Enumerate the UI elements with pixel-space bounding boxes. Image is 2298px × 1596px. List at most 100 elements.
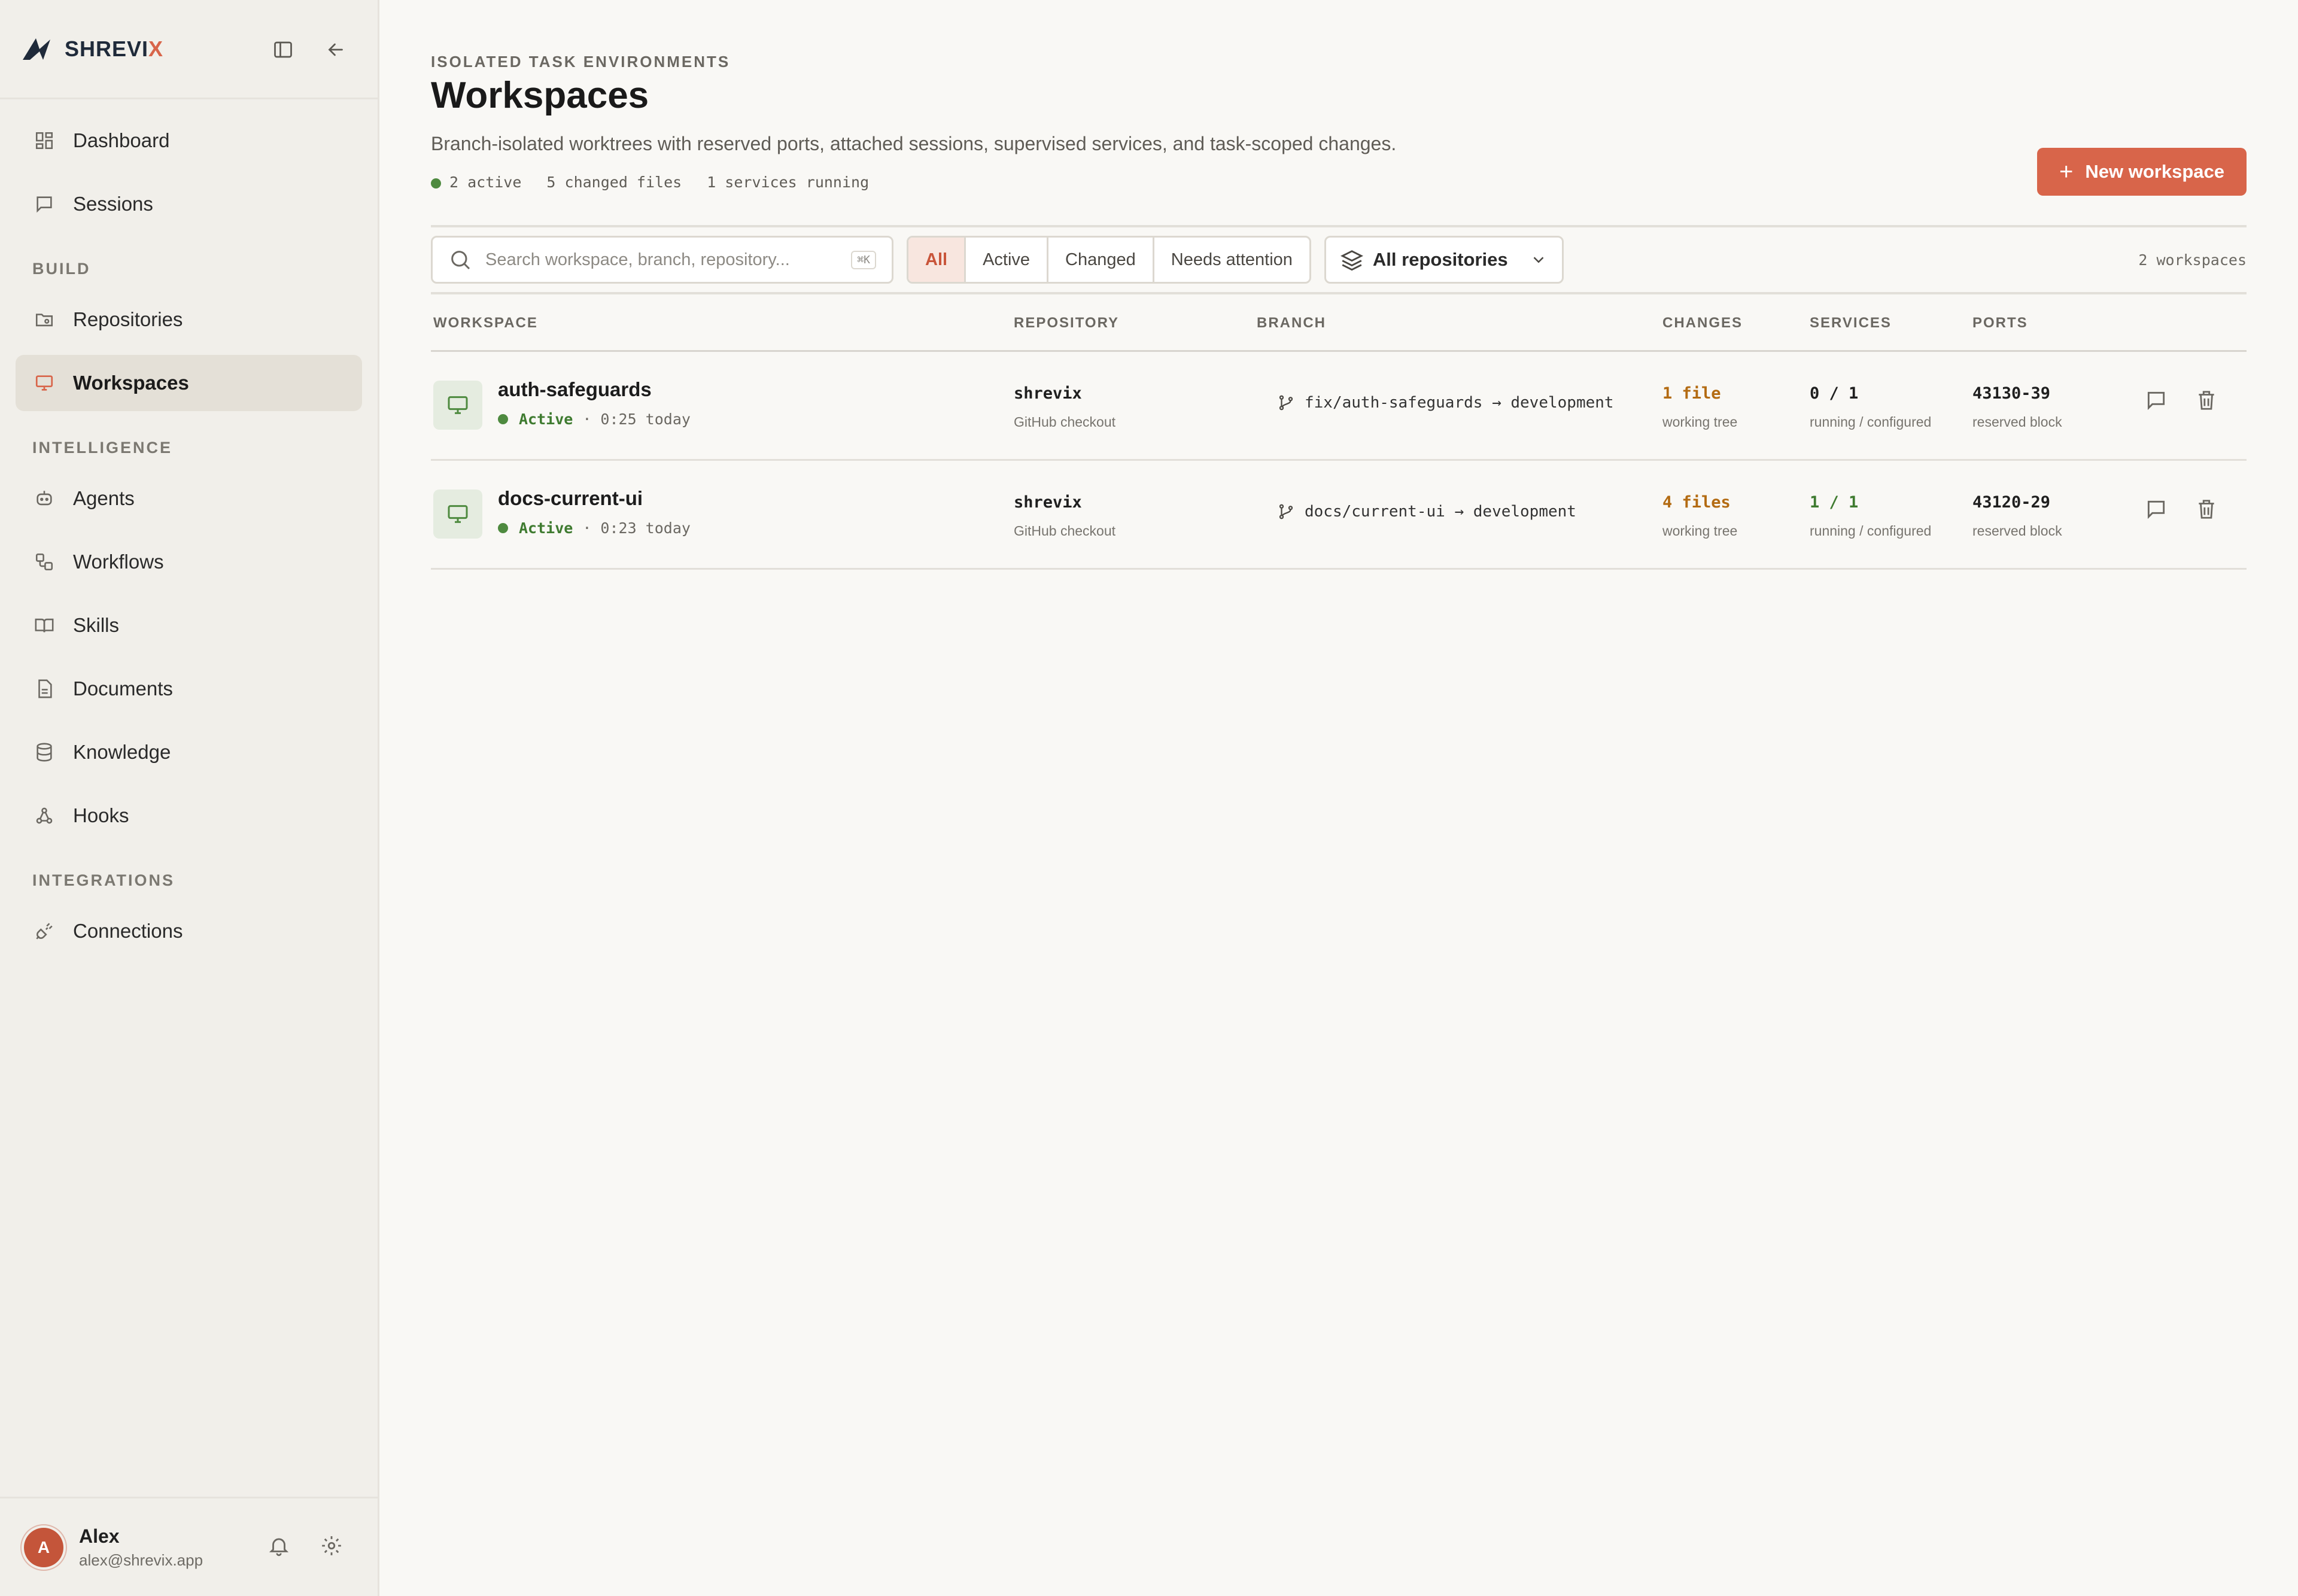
sidebar-item-connections[interactable]: Connections — [16, 903, 362, 959]
webhook-icon — [32, 804, 56, 828]
bot-icon — [32, 487, 56, 510]
sidebar-item-label: Connections — [73, 920, 183, 942]
status-filter-group: All Active Changed Needs attention — [907, 236, 1311, 284]
changes-count: 1 file — [1662, 384, 1721, 403]
ports-range: 43120-29 — [1972, 493, 2051, 512]
sidebar-item-label: Knowledge — [73, 741, 171, 763]
book-icon — [32, 613, 56, 637]
services-sub: running / configured — [1810, 414, 1932, 430]
sidebar-item-label: Repositories — [73, 308, 183, 330]
sidebar-item-sessions[interactable]: Sessions — [16, 176, 362, 232]
summary-stats: 2 active 5 changed files 1 services runn… — [431, 174, 869, 191]
chevron-down-icon — [1533, 257, 1544, 263]
section-label-build: BUILD — [32, 260, 91, 278]
status-dot-icon — [498, 523, 508, 533]
services-sub: running / configured — [1810, 523, 1932, 539]
workflow-icon — [32, 550, 56, 574]
toggle-sidebar-icon[interactable] — [270, 37, 296, 63]
sidebar: SHREVIX Dashboard Sessions BUILD Reposit… — [0, 0, 379, 1596]
user-email: alex@shrevix.app — [79, 1551, 203, 1569]
filter-toolbar: ⌘K All Active Changed Needs attention Al… — [431, 225, 2247, 294]
monitor-icon — [433, 381, 482, 430]
col-repository: REPOSITORY — [1014, 315, 1120, 331]
sidebar-item-skills[interactable]: Skills — [16, 597, 362, 653]
sidebar-item-label: Sessions — [73, 193, 153, 215]
brand-name: SHREVIX — [65, 36, 164, 61]
trash-icon[interactable] — [2195, 389, 2218, 415]
avatar[interactable]: A — [24, 1527, 63, 1567]
sidebar-nav: Dashboard Sessions BUILD Repositories Wo… — [0, 99, 378, 959]
ports-range: 43130-39 — [1972, 384, 2051, 403]
filter-changed[interactable]: Changed — [1048, 238, 1154, 282]
sidebar-item-label: Skills — [73, 614, 120, 636]
collapse-arrow-icon[interactable] — [323, 37, 349, 63]
repository-select[interactable]: All repositories — [1324, 236, 1564, 284]
user-profile[interactable]: A Alex alex@shrevix.app — [0, 1497, 378, 1596]
workspace-status: Active · 0:23 today — [498, 519, 691, 537]
branch-info: docs/current-ui → development — [1277, 503, 1576, 521]
sidebar-item-label: Dashboard — [73, 129, 170, 151]
search-icon — [451, 251, 470, 270]
workspace-count: 2 workspaces — [2138, 251, 2247, 269]
filter-needs-attention[interactable]: Needs attention — [1154, 238, 1309, 282]
repository-name: shrevix — [1014, 384, 1082, 403]
bell-icon[interactable] — [268, 1534, 290, 1560]
open-session-chat-icon[interactable] — [2145, 389, 2168, 415]
page-description: Branch-isolated worktrees with reserved … — [431, 133, 1397, 154]
app-root: SHREVIX Dashboard Sessions BUILD Reposit… — [0, 0, 2298, 1596]
sidebar-item-dashboard[interactable]: Dashboard — [16, 113, 362, 169]
sidebar-item-label: Workspaces — [73, 372, 189, 394]
search-box[interactable]: ⌘K — [431, 236, 893, 284]
database-icon — [32, 740, 56, 764]
stat-changed-files: 5 changed files — [546, 174, 682, 191]
trash-icon[interactable] — [2195, 498, 2218, 524]
sidebar-item-knowledge[interactable]: Knowledge — [16, 724, 362, 780]
sidebar-item-documents[interactable]: Documents — [16, 661, 362, 717]
brand-logo[interactable] — [22, 34, 53, 65]
col-changes: CHANGES — [1662, 315, 1743, 331]
repository-sub: GitHub checkout — [1014, 523, 1116, 539]
git-branch-icon — [1279, 395, 1293, 411]
repository-name: shrevix — [1014, 493, 1082, 512]
workspace-name[interactable]: auth-safeguards — [498, 378, 652, 401]
col-services: SERVICES — [1810, 315, 1892, 331]
sidebar-item-label: Workflows — [73, 551, 164, 573]
section-label-intelligence: INTELLIGENCE — [32, 439, 173, 457]
main-content: ISOLATED TASK ENVIRONMENTS Workspaces Br… — [379, 0, 2298, 1596]
sidebar-item-repositories[interactable]: Repositories — [16, 291, 362, 348]
sidebar-item-hooks[interactable]: Hooks — [16, 788, 362, 844]
gear-icon[interactable] — [320, 1534, 343, 1560]
filter-active[interactable]: Active — [966, 238, 1049, 282]
workspace-status: Active · 0:25 today — [498, 411, 691, 428]
changes-sub: working tree — [1662, 414, 1738, 430]
open-session-chat-icon[interactable] — [2145, 498, 2168, 524]
monitor-icon — [32, 371, 56, 395]
new-workspace-button[interactable]: + New workspace — [2037, 148, 2247, 196]
col-branch: BRANCH — [1257, 315, 1326, 331]
ports-sub: reserved block — [1972, 414, 2062, 430]
sidebar-item-workspaces[interactable]: Workspaces — [16, 355, 362, 411]
folder-git-icon — [32, 308, 56, 332]
sidebar-item-workflows[interactable]: Workflows — [16, 534, 362, 590]
table-row[interactable]: auth-safeguards Active · 0:25 today shre… — [431, 352, 2247, 461]
status-dot-icon — [498, 414, 508, 424]
branch-info: fix/auth-safeguards → development — [1277, 394, 1614, 412]
git-branch-icon — [1279, 504, 1293, 519]
table-row[interactable]: docs-current-ui Active · 0:23 today shre… — [431, 461, 2247, 570]
table-header: WORKSPACE REPOSITORY BRANCH CHANGES SERV… — [431, 294, 2247, 352]
layers-icon — [1340, 250, 1363, 271]
plus-icon: + — [2059, 158, 2074, 185]
filter-all[interactable]: All — [908, 238, 966, 282]
document-icon — [32, 677, 56, 701]
chat-icon — [32, 192, 56, 216]
stat-active: 2 active — [431, 174, 521, 191]
search-input[interactable] — [485, 250, 852, 270]
repository-sub: GitHub checkout — [1014, 414, 1116, 430]
grid-icon — [32, 129, 56, 153]
brand-row: SHREVIX — [0, 0, 378, 99]
section-label-integrations: INTEGRATIONS — [32, 871, 175, 889]
workspace-name[interactable]: docs-current-ui — [498, 487, 643, 510]
sidebar-item-agents[interactable]: Agents — [16, 470, 362, 527]
col-workspace: WORKSPACE — [433, 315, 538, 331]
active-dot-icon — [431, 178, 441, 189]
